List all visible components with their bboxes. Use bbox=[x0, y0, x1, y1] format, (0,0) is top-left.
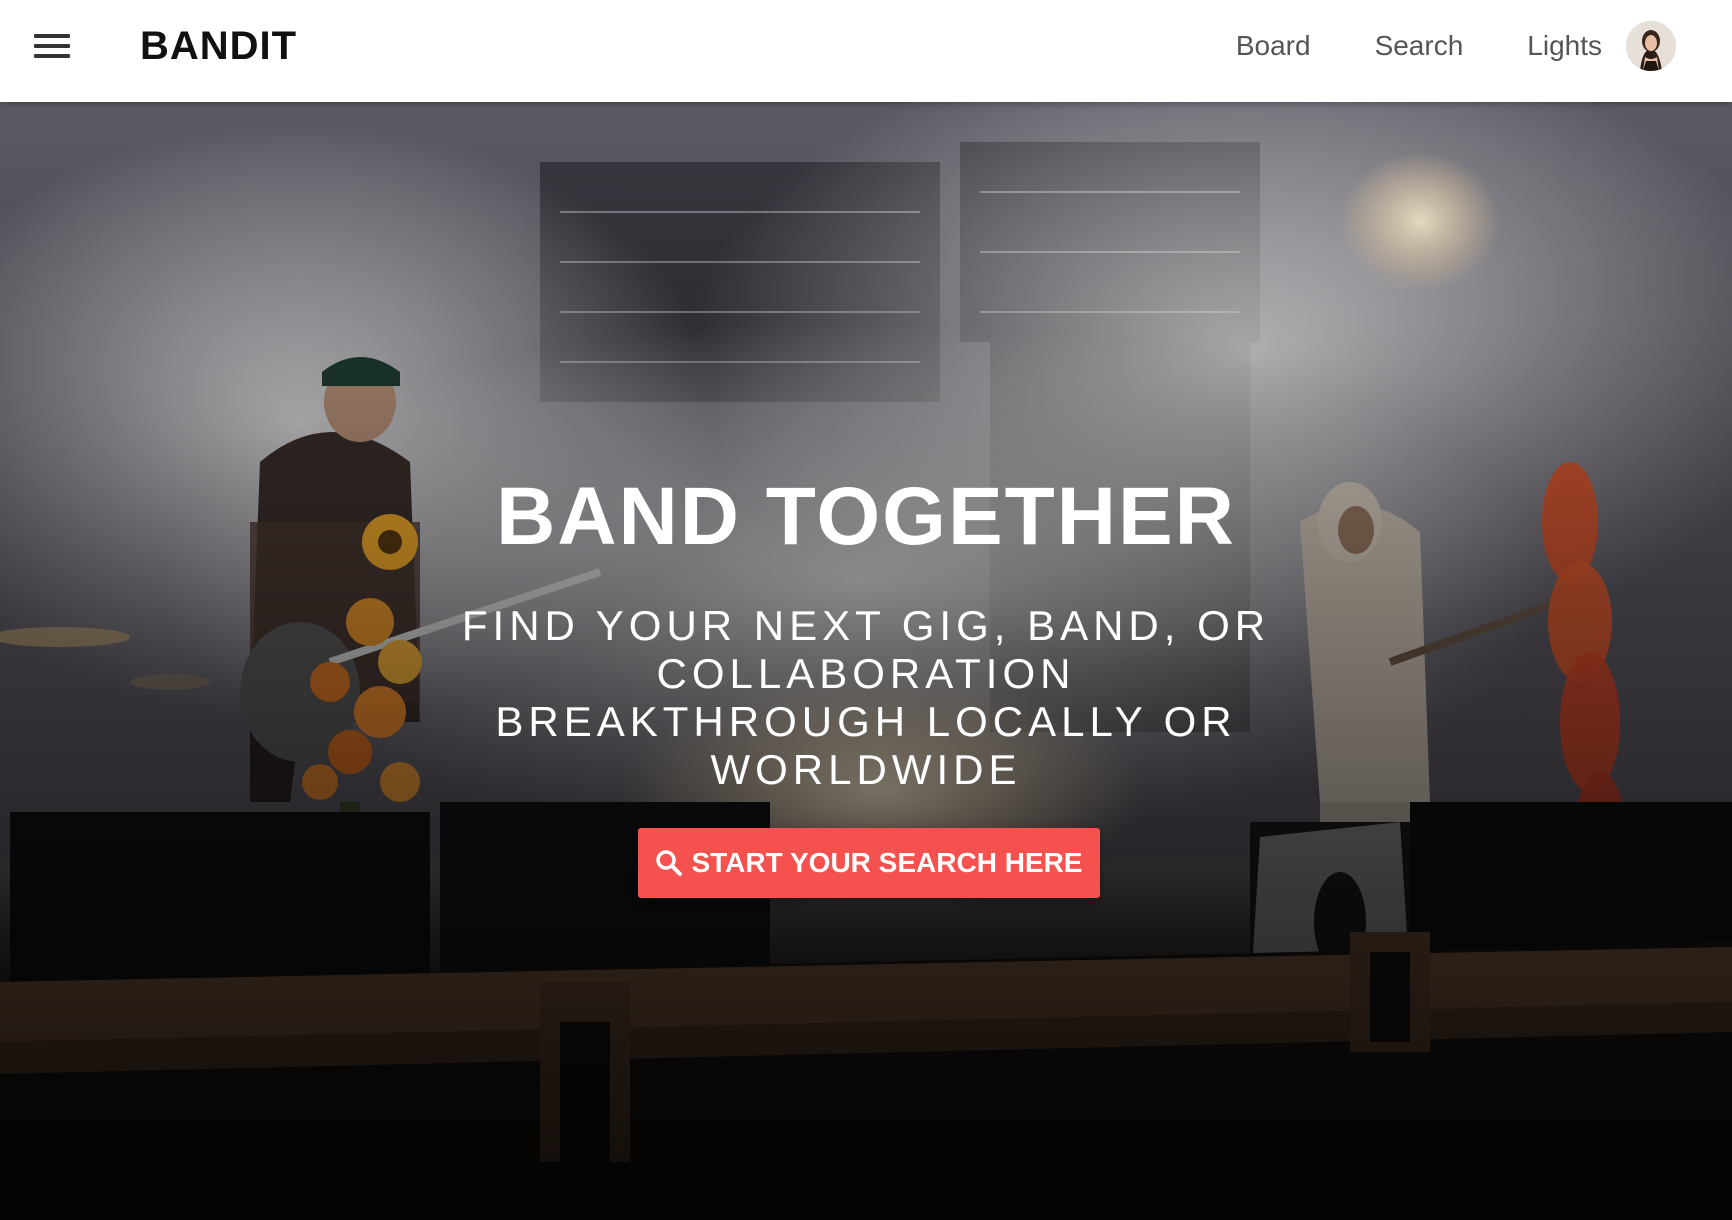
page: BANDIT Board Search Lights BAND TOGETHER… bbox=[0, 0, 1732, 1220]
nav-link-search[interactable]: Search bbox=[1375, 26, 1464, 66]
nav-link-lights[interactable]: Lights bbox=[1527, 26, 1602, 66]
menu-bar bbox=[34, 44, 70, 48]
hero-subtitle: FIND YOUR NEXT GIG, BAND, OR COLLABORATI… bbox=[461, 602, 1271, 793]
menu-bar bbox=[34, 34, 70, 38]
search-icon bbox=[656, 850, 683, 876]
start-search-label: START YOUR SEARCH HERE bbox=[691, 847, 1083, 878]
main-nav: Board Search Lights bbox=[1236, 0, 1732, 92]
top-navbar: BANDIT Board Search Lights bbox=[0, 0, 1732, 102]
start-search-button[interactable]: START YOUR SEARCH HERE bbox=[638, 828, 1100, 898]
user-avatar[interactable] bbox=[1626, 21, 1676, 71]
avatar-portrait bbox=[1626, 21, 1676, 71]
menu-bar bbox=[34, 54, 70, 58]
nav-link-board[interactable]: Board bbox=[1236, 26, 1311, 66]
brand-logo[interactable]: BANDIT bbox=[140, 24, 297, 68]
hero-title: BAND TOGETHER bbox=[496, 471, 1236, 562]
hero-section: BAND TOGETHER FIND YOUR NEXT GIG, BAND, … bbox=[0, 102, 1732, 1220]
hamburger-menu-icon[interactable] bbox=[30, 30, 74, 70]
